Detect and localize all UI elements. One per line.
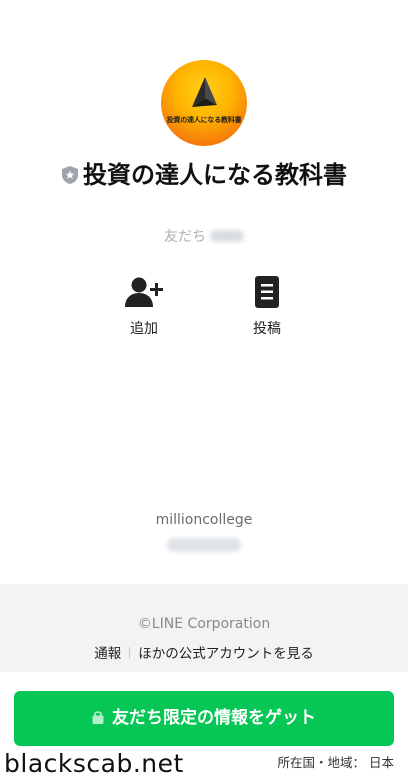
verified-badge-icon [62,166,78,184]
footer-links: 通報 ほかの公式アカウントを見る [0,642,408,662]
add-friend-label: 追加 [130,321,158,337]
friend-count-blurred [210,230,244,242]
divider [129,647,131,659]
friend-count: 友だち [0,226,408,246]
lock-icon [92,711,104,724]
friends-label: 友だち [164,229,206,245]
watermark: blackscab.net [0,748,192,780]
account-handle: millioncollege [155,512,253,528]
line-id-blurred [0,537,408,556]
add-friend-icon [125,277,163,307]
cta-label: 友だち限定の情報をゲット [112,708,316,728]
profile-title-block: 投資の達人になる教科書 [20,160,388,190]
document-icon [255,276,279,308]
posts-label: 投稿 [253,321,281,337]
report-link[interactable]: 通報 [94,646,121,662]
account-name: 投資の達人になる教科書 [83,161,347,189]
avatar-caption: 投資の達人になる教科書 [166,116,242,124]
add-friend-button[interactable]: 追加 [114,276,174,338]
posts-button[interactable]: 投稿 [237,276,297,338]
get-info-button[interactable]: 友だち限定の情報をゲット [14,691,394,746]
page-title: 投資の達人になる教科書 [20,160,388,190]
profile-avatar: 投資の達人になる教科書 [161,60,247,146]
pyramid-logo-icon [192,77,217,107]
copyright: ©LINE Corporation [137,616,271,632]
footer: ©LINE Corporation 通報 ほかの公式アカウントを見る [0,584,408,672]
other-accounts-link[interactable]: ほかの公式アカウントを見る [138,646,314,662]
region-info: 所在国・地域： 日本 [277,755,394,770]
